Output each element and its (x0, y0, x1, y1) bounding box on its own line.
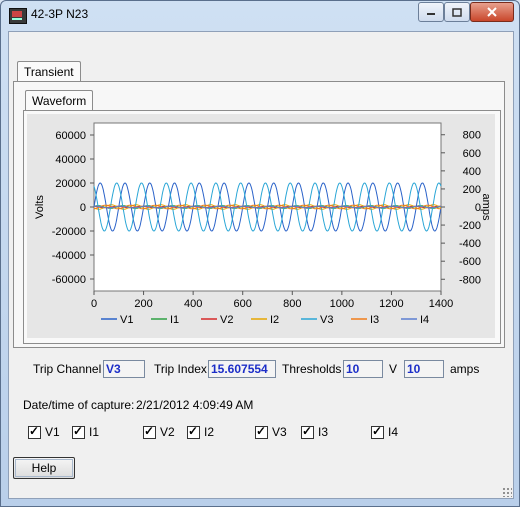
trip-index-label: Trip Index (154, 362, 207, 376)
right-axis-label: amps (480, 194, 492, 221)
checkbox-i2[interactable] (187, 424, 200, 439)
help-button-label: Help (31, 461, 57, 475)
right-tick-label: -200 (459, 220, 481, 232)
minimize-icon (427, 13, 435, 15)
checkbox-i2-label: I2 (204, 425, 215, 439)
help-button[interactable]: Help (13, 457, 75, 479)
left-tick-label: 60000 (55, 130, 86, 142)
checkbox-i1[interactable] (72, 424, 85, 439)
minimize-button[interactable] (418, 2, 444, 22)
client-area: Transient Waveform 60000 40000 20000 0 -2000… (8, 31, 514, 499)
checkbox-v1-label: V1 (45, 425, 60, 439)
left-tick-label: -20000 (52, 226, 86, 238)
trip-channel-value: V3 (103, 360, 145, 378)
right-tick-label: -400 (459, 238, 481, 250)
legend-label-v1: V1 (120, 314, 133, 326)
app-icon (9, 8, 27, 24)
x-tick-label: 600 (234, 298, 252, 310)
legend-label-i4: I4 (420, 314, 429, 326)
x-tick-label: 800 (283, 298, 301, 310)
x-tick-label: 200 (134, 298, 152, 310)
right-tick-label: -600 (459, 256, 481, 268)
dialog-window: 42-3P N23 Transient Waveform 60000 40000 2… (0, 0, 520, 507)
checkbox-i4[interactable] (371, 424, 384, 439)
threshold-amps-field[interactable]: 10 (404, 360, 444, 378)
resize-grip[interactable] (502, 487, 512, 497)
amps-unit: amps (450, 362, 480, 376)
close-button[interactable] (470, 2, 514, 22)
capture-label: Date/time of capture: (23, 398, 135, 412)
maximize-icon (452, 7, 462, 17)
title-bar[interactable]: 42-3P N23 (1, 1, 519, 29)
legend-label-i2: I2 (270, 314, 279, 326)
checkbox-v2[interactable] (143, 424, 156, 439)
legend-label-v3: V3 (320, 314, 333, 326)
x-tick-label: 400 (184, 298, 202, 310)
thresholds-label: Thresholds (282, 362, 342, 376)
trip-channel-label: Trip Channel (33, 362, 102, 376)
maximize-button[interactable] (444, 2, 470, 22)
checkbox-v2-label: V2 (160, 425, 175, 439)
x-tick-label: 1200 (379, 298, 403, 310)
volts-unit: V (389, 362, 398, 376)
left-tick-label: -60000 (52, 274, 86, 286)
checkbox-i1-label: I1 (89, 425, 100, 439)
right-tick-label: -800 (459, 274, 481, 286)
close-icon (487, 7, 497, 17)
x-tick-label: 1000 (330, 298, 354, 310)
checkbox-i3[interactable] (301, 424, 314, 439)
checkbox-i3-label: I3 (318, 425, 329, 439)
left-tick-label: 20000 (55, 178, 86, 190)
checkbox-i4-label: I4 (388, 425, 399, 439)
left-tick-label: -40000 (52, 250, 86, 262)
right-tick-label: 400 (463, 166, 481, 178)
legend-label-i1: I1 (170, 314, 179, 326)
left-axis-label: Volts (34, 195, 46, 219)
window-title: 42-3P N23 (31, 7, 89, 21)
right-tick-label: 200 (463, 184, 481, 196)
legend-label-v2: V2 (220, 314, 233, 326)
right-tick-label: 800 (463, 130, 481, 142)
left-tick-label: 0 (80, 202, 86, 214)
right-tick-label: 600 (463, 148, 481, 160)
checkbox-v3[interactable] (255, 424, 268, 439)
trip-index-value: 15.607554 (208, 360, 276, 378)
checkbox-v3-label: V3 (272, 425, 287, 439)
threshold-volts-field[interactable]: 10 (343, 360, 383, 378)
x-tick-label: 0 (91, 298, 97, 310)
legend-label-i3: I3 (370, 314, 379, 326)
checkbox-v1[interactable] (28, 424, 41, 439)
waveform-chart: 60000 40000 20000 0 -20000 -40000 -60000 800 600… (34, 122, 492, 326)
capture-value: 2/21/2012 4:09:49 AM (136, 398, 254, 412)
x-tick-label: 1400 (429, 298, 453, 310)
left-tick-label: 40000 (55, 154, 86, 166)
